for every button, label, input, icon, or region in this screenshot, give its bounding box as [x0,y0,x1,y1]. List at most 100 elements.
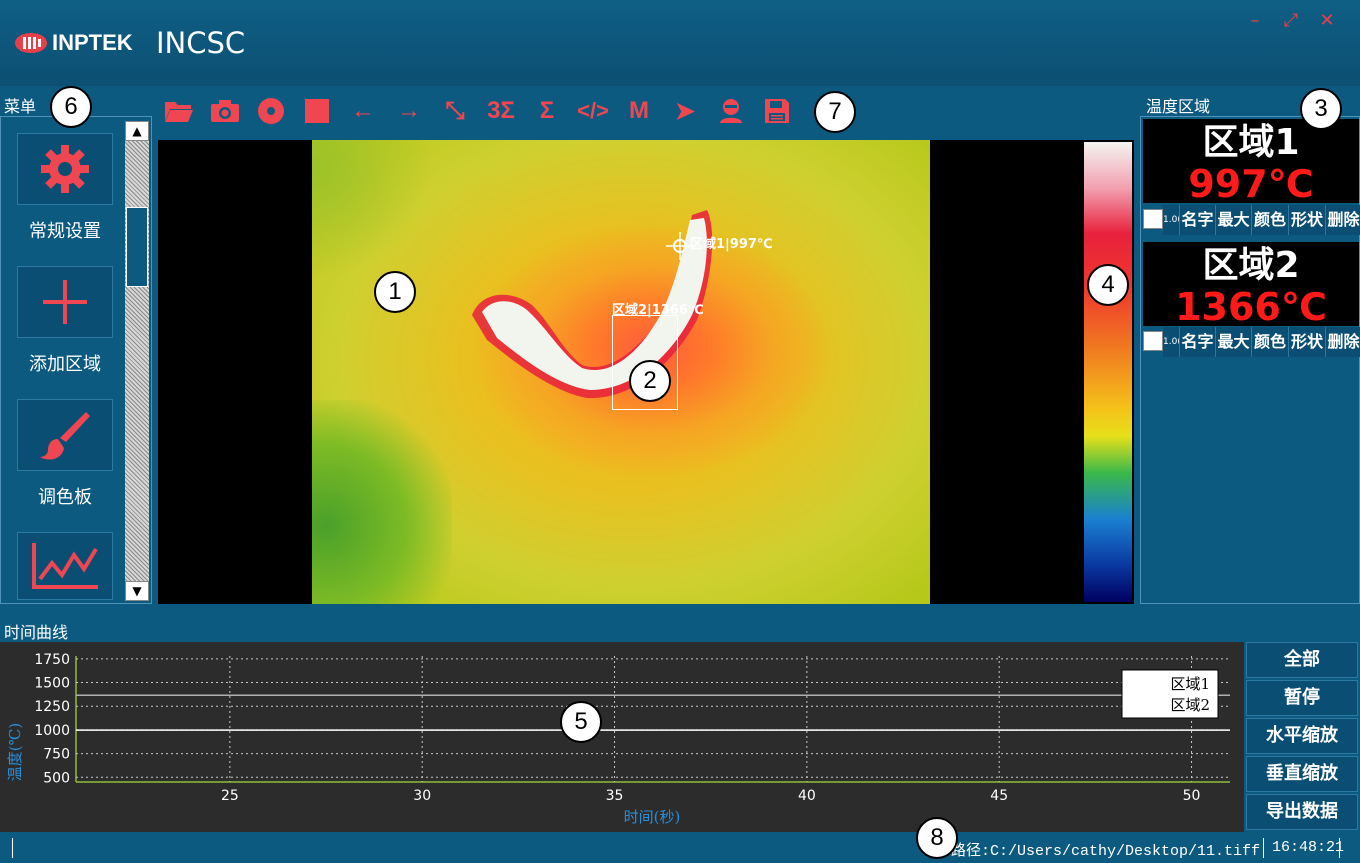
region-row-1: 1.0( 名字 最大 颜色 形状 删除 [1141,205,1360,235]
camera-icon[interactable] [206,92,244,130]
y-tick-label: 500 [43,770,70,786]
vertical-zoom-button[interactable]: 垂直缩放 [1246,756,1358,792]
region-emissivity[interactable]: 1.0( [1163,205,1179,235]
send-icon[interactable]: ➤ [666,92,704,130]
arrow-right-icon[interactable]: → [390,92,428,130]
status-divider [12,838,13,858]
menu-item-chart[interactable] [17,532,113,600]
y-axis-label: 温度(℃) [6,723,24,781]
callout-marker: 5 [560,701,602,743]
region-checkbox[interactable] [1143,331,1163,351]
sigma-icon[interactable]: Σ [528,92,566,130]
region-shape-button[interactable]: 形状 [1288,205,1325,235]
y-tick-label: 1750 [34,652,70,668]
add-region-button[interactable] [17,266,113,338]
app-title: INCSC [156,26,246,60]
status-file-path: 路径:C:/Users/cathy/Desktop/11.tiff [950,843,1260,860]
region-max-button[interactable]: 最大 [1215,327,1251,357]
arrow-left-icon[interactable]: ← [344,92,382,130]
menu-item-general-settings[interactable]: 常规设置 [17,133,113,243]
minimize-icon[interactable]: – [1244,10,1266,31]
user-icon[interactable] [712,92,750,130]
inptek-logo-icon [14,32,48,54]
window-controls: – ⤢ ✕ [1244,10,1338,31]
export-data-button[interactable]: 导出数据 [1246,794,1358,830]
brand-name: INPTEK [52,30,133,55]
callout-marker: 4 [1087,264,1129,306]
x-tick-label: 40 [798,788,816,804]
chart-svg: 500 750 1000 1250 1500 1750 25 30 35 40 45 50 温度(℃)… [6,652,1230,826]
callout-marker: 3 [1300,88,1342,130]
roi1-label: 区域1|997℃ [690,237,773,252]
chart-buttons: 全部 暂停 水平缩放 垂直缩放 导出数据 [1246,642,1360,832]
maximize-icon[interactable]: ⤢ [1280,10,1302,31]
callout-marker: 6 [50,86,92,128]
region-name-button[interactable]: 名字 [1179,327,1215,357]
status-bar: 路径:C:/Users/cathy/Desktop/11.tiff 16:48:… [0,832,1360,863]
region-temp: 1366℃ [1175,285,1327,329]
menu-scrollbar[interactable]: ▲ ▼ [125,121,149,601]
chart-button[interactable] [17,532,113,600]
x-axis-label: 时间(秒) [624,808,681,826]
x-tick-label: 35 [606,788,624,804]
region-color-button[interactable]: 颜色 [1251,327,1288,357]
y-tick-label: 750 [43,747,70,763]
x-tick-label: 45 [990,788,1008,804]
open-folder-icon[interactable] [160,92,198,130]
x-tick-label: 30 [413,788,431,804]
line-chart-icon [32,543,98,589]
menu-header: 菜单 [4,97,37,116]
temp-region-panel: 区域1 997℃ 1.0( 名字 最大 颜色 形状 删除 区域2 1366℃ 1… [1140,116,1360,604]
region-max-button[interactable]: 最大 [1215,205,1251,235]
x-tick-label: 50 [1183,788,1201,804]
callout-marker: 1 [374,271,416,313]
region-delete-button[interactable]: 删除 [1325,327,1360,357]
region-row-2: 1.0( 名字 最大 颜色 形状 删除 [1141,327,1360,357]
show-all-button[interactable]: 全部 [1246,642,1358,678]
menu-item-add-region[interactable]: 添加区域 [17,266,113,376]
region-emissivity[interactable]: 1.0( [1163,327,1179,357]
gear-icon [41,145,89,193]
legend-series-1: 区域1 [1170,675,1210,693]
brush-icon [40,412,90,460]
region-card-2: 区域2 1366℃ [1143,242,1359,326]
pause-button[interactable]: 暂停 [1246,680,1358,716]
region-checkbox[interactable] [1143,209,1163,229]
close-icon[interactable]: ✕ [1316,10,1338,31]
horizontal-zoom-button[interactable]: 水平缩放 [1246,718,1358,754]
scroll-thumb[interactable] [126,207,148,287]
region-delete-button[interactable]: 删除 [1325,205,1360,235]
menu-label: 添加区域 [29,354,101,375]
y-tick-label: 1500 [34,676,70,692]
callout-marker: 7 [814,91,856,133]
callout-marker: 2 [629,360,671,402]
plus-icon [43,280,87,324]
three-sigma-icon[interactable]: 3Σ [482,92,520,130]
time-curve-chart[interactable]: 500 750 1000 1250 1500 1750 25 30 35 40 45 50 温度(℃)… [0,642,1244,832]
save-icon[interactable] [758,92,796,130]
fit-icon[interactable]: ⤡ [436,92,474,130]
menu-item-palette[interactable]: 调色板 [17,399,113,509]
color-scale-bar [1084,142,1132,602]
scroll-up-icon[interactable]: ▲ [125,121,149,141]
menu-panel: 常规设置 添加区域 调色板 ▲ ▼ [0,116,152,604]
stop-icon[interactable] [298,92,336,130]
scroll-down-icon[interactable]: ▼ [125,581,149,601]
record-icon[interactable] [252,92,290,130]
time-curve-header: 时间曲线 [4,623,69,642]
region-temp: 997℃ [1188,162,1314,206]
region-color-button[interactable]: 颜色 [1251,205,1288,235]
app-logo: INPTEK [14,28,133,58]
menu-label: 常规设置 [29,221,101,242]
region-name-button[interactable]: 名字 [1179,205,1215,235]
general-settings-button[interactable] [17,133,113,205]
region-name: 区域2 [1202,245,1300,286]
callout-marker: 8 [916,817,958,859]
toolbar: ← → ⤡ 3Σ Σ </> M ➤ [160,90,796,132]
palette-button[interactable] [17,399,113,471]
m-icon[interactable]: M [620,92,658,130]
title-bar: INPTEK INCSC – ⤢ ✕ [0,0,1360,86]
region-shape-button[interactable]: 形状 [1288,327,1325,357]
status-divider [1339,838,1340,858]
code-icon[interactable]: </> [574,92,612,130]
